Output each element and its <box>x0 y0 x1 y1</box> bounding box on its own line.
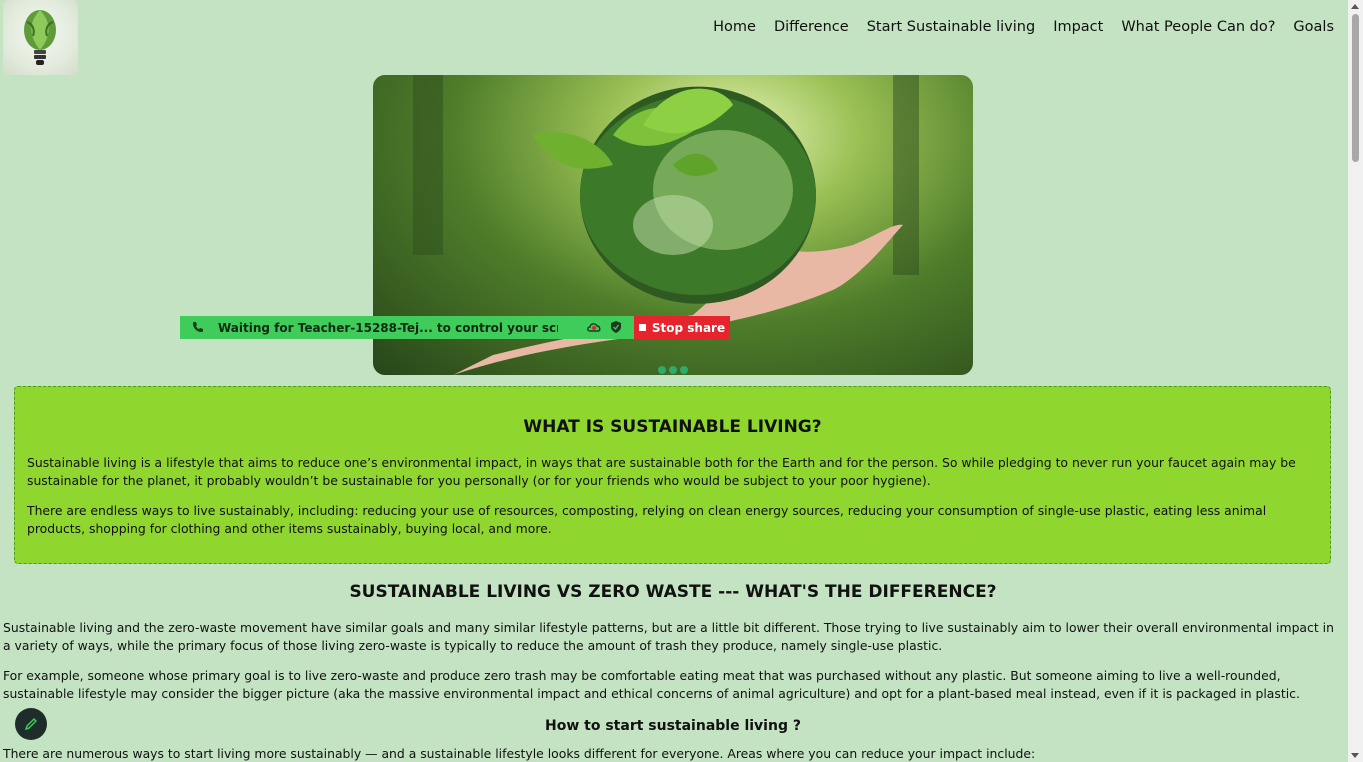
difference-paragraph-1: Sustainable living and the zero-waste mo… <box>3 620 1334 653</box>
section-title: WHAT IS SUSTAINABLE LIVING? <box>523 417 822 437</box>
nav-what-people-can-do[interactable]: What People Can do? <box>1121 19 1275 35</box>
stop-square-icon <box>638 324 646 331</box>
intro-paragraph-2: There are endless ways to live sustainab… <box>27 503 1267 536</box>
scroll-up-arrow-icon[interactable] <box>1351 4 1359 9</box>
slider-dot[interactable] <box>680 366 688 374</box>
vertical-scrollbar[interactable] <box>1348 0 1363 762</box>
edit-pencil-button[interactable] <box>15 708 47 740</box>
intro-paragraph-1: Sustainable living is a lifestyle that a… <box>27 455 1296 488</box>
slider-dot[interactable] <box>658 366 666 374</box>
cloud-icon[interactable] <box>586 320 602 337</box>
shield-icon[interactable] <box>610 320 622 337</box>
nav-goals[interactable]: Goals <box>1293 19 1334 35</box>
stop-share-label: Stop share <box>651 320 726 335</box>
phone-icon <box>192 321 204 336</box>
difference-title: SUSTAINABLE LIVING VS ZERO WASTE --- WHA… <box>349 582 997 602</box>
site-header: Home Difference Start Sustainable living… <box>0 0 1348 75</box>
scroll-down-arrow-icon[interactable] <box>1351 753 1359 758</box>
pencil-icon <box>24 718 37 731</box>
share-status-text: Waiting for Teacher-15288-Tej... to cont… <box>218 320 558 335</box>
difference-paragraph-2: For example, someone whose primary goal … <box>3 668 1300 701</box>
nav-impact[interactable]: Impact <box>1053 19 1103 35</box>
slider-dot[interactable] <box>669 366 677 374</box>
screen-share-status-bar: Waiting for Teacher-15288-Tej... to cont… <box>180 316 634 339</box>
how-to-start-title: How to start sustainable living ? <box>545 718 801 734</box>
stop-share-button[interactable]: Stop share <box>634 316 730 339</box>
logo-lightbulb-leaf-icon[interactable] <box>3 0 78 75</box>
scrollbar-thumb[interactable] <box>1352 14 1359 162</box>
main-nav: Home Difference Start Sustainable living… <box>695 19 1334 35</box>
nav-difference[interactable]: Difference <box>774 19 849 35</box>
slider-dots <box>658 366 688 374</box>
nav-start-sustainable-living[interactable]: Start Sustainable living <box>867 19 1035 35</box>
nav-home[interactable]: Home <box>713 19 756 35</box>
page: Home Difference Start Sustainable living… <box>0 0 1348 762</box>
what-is-sustainable-living-section: WHAT IS SUSTAINABLE LIVING? Sustainable … <box>14 386 1331 564</box>
how-to-start-paragraph: There are numerous ways to start living … <box>3 746 1036 761</box>
difference-section: SUSTAINABLE LIVING VS ZERO WASTE --- WHA… <box>3 582 1343 761</box>
